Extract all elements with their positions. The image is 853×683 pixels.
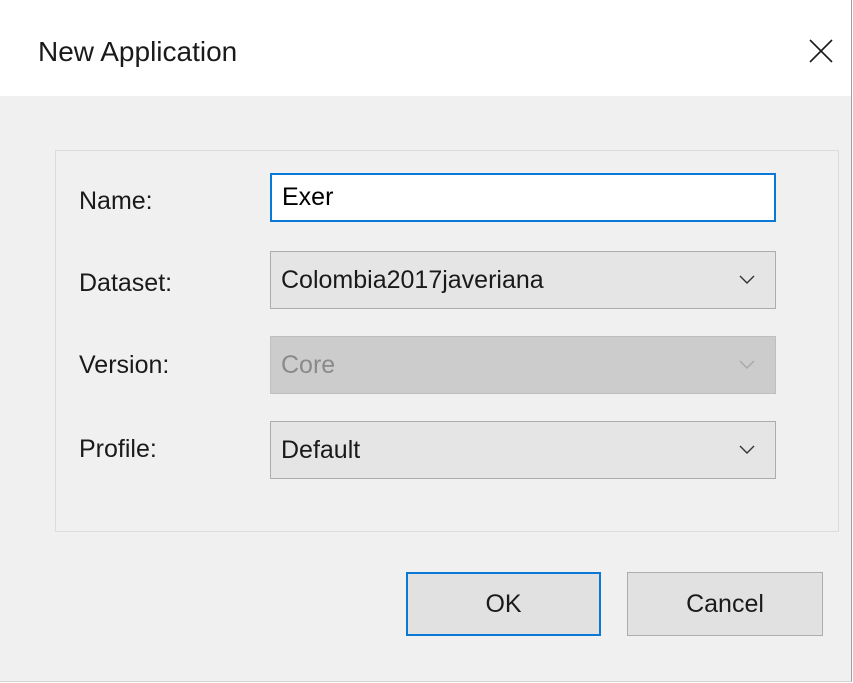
dataset-label: Dataset: bbox=[79, 269, 173, 297]
name-label: Name: bbox=[79, 187, 153, 215]
dialog-title: New Application bbox=[38, 36, 238, 67]
cancel-button[interactable]: Cancel bbox=[627, 572, 823, 636]
new-application-dialog: New Application Name: Dataset: Colombia2… bbox=[0, 0, 852, 682]
chevron-down-icon bbox=[739, 445, 755, 454]
ok-button[interactable]: OK bbox=[406, 572, 601, 636]
close-icon bbox=[809, 39, 833, 63]
title-bar: New Application bbox=[0, 0, 851, 96]
profile-selected-value: Default bbox=[281, 436, 361, 464]
chevron-down-icon bbox=[739, 275, 755, 284]
dataset-selected-value: Colombia2017javeriana bbox=[281, 266, 544, 294]
chevron-down-icon bbox=[739, 360, 755, 369]
version-select: Core bbox=[270, 336, 776, 394]
close-button[interactable] bbox=[796, 26, 846, 76]
version-label: Version: bbox=[79, 351, 170, 379]
version-selected-value: Core bbox=[281, 351, 336, 379]
dataset-select[interactable]: Colombia2017javeriana bbox=[270, 251, 776, 309]
name-input[interactable] bbox=[270, 173, 776, 222]
profile-select[interactable]: Default bbox=[270, 421, 776, 479]
profile-label: Profile: bbox=[79, 435, 157, 463]
